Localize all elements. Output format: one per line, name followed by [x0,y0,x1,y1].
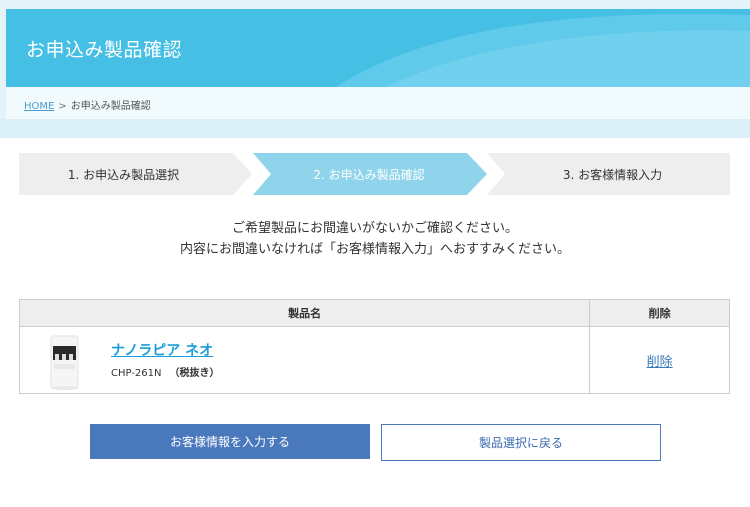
confirmation-message: ご希望製品にお間違いがないかご確認ください。 内容にお間違いなければ「お客様情報… [0,218,750,260]
tax-note: （税抜き） [169,368,220,379]
back-to-product-selection-button[interactable]: 製品選択に戻る [381,424,661,461]
column-header-name: 製品名 [18,299,591,327]
product-code-line: CHP-261N （税抜き） [111,364,220,379]
breadcrumb-home-link[interactable]: HOME [24,101,54,112]
product-table: 製品名 削除 ナノラピア ネオ CHP-261N （税抜き） 削除 [18,299,730,394]
message-line-2: 内容にお間違いなければ「お客様情報入力」へおすすみください。 [179,242,570,257]
water-server-icon [50,335,79,390]
breadcrumb-current: お申込み製品確認 [70,101,151,112]
proceed-to-customer-info-button[interactable]: お客様情報を入力する [90,424,370,459]
product-cell: ナノラピア ネオ CHP-261N （税抜き） [18,326,591,394]
product-code: CHP-261N [111,368,162,379]
step-product-confirmation: 2. お申込み製品確認 [253,153,487,195]
breadcrumb-separator: > [58,101,67,112]
step-customer-info: 3. お客様情報入力 [487,153,730,195]
breadcrumb: HOME > お申込み製品確認 [24,97,151,112]
content-panel: 1. お申込み製品選択 2. お申込み製品確認 3. お客様情報入力 ご希望製品… [0,138,750,507]
table-row: ナノラピア ネオ CHP-261N （税抜き） 削除 [18,326,730,394]
column-header-delete: 削除 [589,299,730,327]
header-banner: お申込み製品確認 [6,9,750,87]
header-bottom-strip [0,119,750,138]
step-product-selection: 1. お申込み製品選択 [19,153,252,195]
message-line-1: ご希望製品にお間違いがないかご確認ください。 [231,221,518,236]
page-title: お申込み製品確認 [26,39,183,61]
product-name-link[interactable]: ナノラピア ネオ [111,340,213,360]
delete-link[interactable]: 削除 [647,355,673,370]
table-header-row: 製品名 削除 [18,299,730,327]
breadcrumb-band: HOME > お申込み製品確認 [6,87,750,119]
progress-steps: 1. お申込み製品選択 2. お申込み製品確認 3. お客様情報入力 [19,153,730,195]
delete-cell: 削除 [589,326,730,394]
